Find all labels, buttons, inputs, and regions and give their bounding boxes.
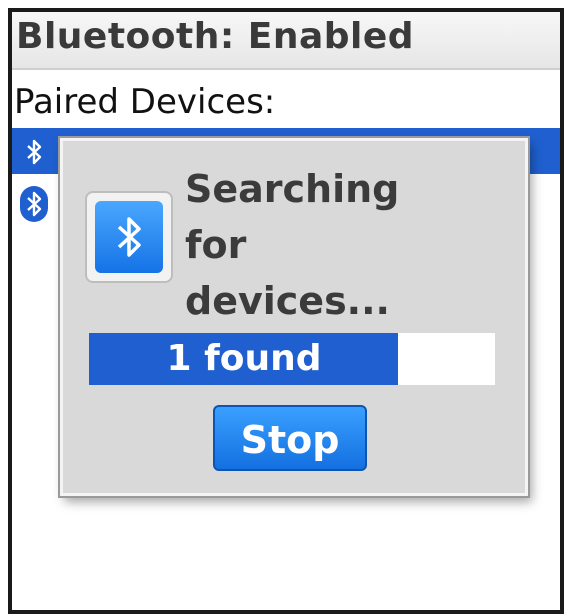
bluetooth-icon — [85, 191, 173, 283]
bluetooth-icon — [20, 186, 48, 222]
page-title: Bluetooth: Enabled — [16, 16, 415, 57]
bluetooth-icon — [20, 134, 48, 170]
search-dialog: Searching for devices... 1 found Stop — [60, 138, 528, 496]
searching-message: Searching for devices... — [185, 167, 400, 323]
search-progress-bar: 1 found — [89, 333, 495, 385]
paired-devices-label: Paired Devices: — [14, 82, 276, 122]
stop-button[interactable]: Stop — [213, 405, 367, 471]
found-count: 1 found — [166, 338, 322, 379]
title-bar: Bluetooth: Enabled — [12, 12, 560, 70]
device-screen: Bluetooth: Enabled Paired Devices: Searc… — [8, 8, 564, 614]
